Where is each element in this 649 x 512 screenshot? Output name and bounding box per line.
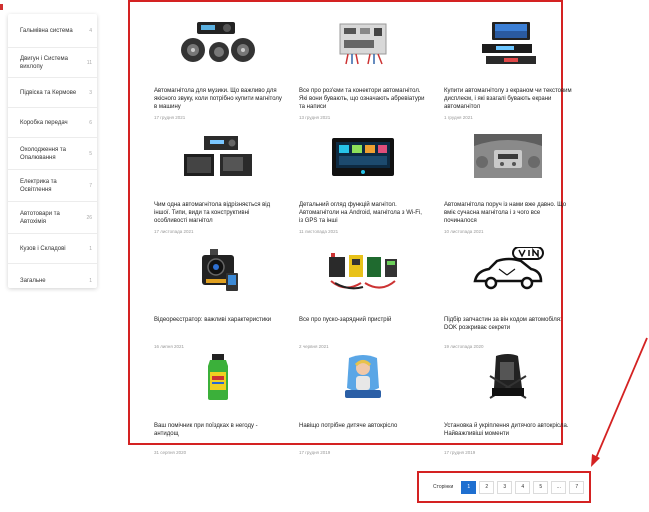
sidebar-item-gearbox[interactable]: Коробка передач 6 bbox=[8, 108, 97, 138]
sidebar-item-count: 1 bbox=[89, 278, 92, 284]
article-card[interactable]: Ваш помічник при поїздках в негоду - ант… bbox=[154, 351, 282, 455]
article-date: 16 липня 2021 bbox=[154, 344, 185, 349]
article-date: 17 грудня 2019 bbox=[444, 450, 476, 455]
article-card[interactable]: Підбір запчастин за він кодом автомобіля… bbox=[444, 245, 572, 349]
article-thumbnail[interactable] bbox=[154, 16, 282, 68]
article-title[interactable]: Все про пуско-зарядний пристрій bbox=[299, 316, 427, 340]
sidebar-item-label: Гальмівна система bbox=[20, 27, 73, 34]
article-card[interactable]: Детальний огляд функцій магнітол. Автома… bbox=[299, 130, 427, 234]
radio-types-icon bbox=[184, 136, 252, 176]
article-title[interactable]: Установка й укріплення дитячого автокріс… bbox=[444, 422, 572, 446]
dashboard-radio-icon bbox=[474, 134, 542, 178]
article-title[interactable]: Чим одна автомагнітола відрізняється від… bbox=[154, 201, 282, 225]
article-card[interactable]: Навіщо потрібне дитяче автокрісло 17 гру… bbox=[299, 351, 427, 455]
article-title[interactable]: Детальний огляд функцій магнітол. Автома… bbox=[299, 201, 427, 225]
page-3-button[interactable]: 3 bbox=[497, 480, 513, 494]
corner-mark bbox=[0, 4, 3, 10]
article-card[interactable]: Купити автомагнітолу з екраном чи тексто… bbox=[444, 16, 572, 120]
article-card[interactable]: Автомагнітола поруч із нами вже давно. Щ… bbox=[444, 130, 572, 234]
sidebar-item-label: Загальне bbox=[20, 278, 46, 284]
article-card[interactable]: Автомагнітола для музики. Що важливо для… bbox=[154, 16, 282, 120]
page-5-button[interactable]: 5 bbox=[533, 480, 549, 494]
sidebar-item-count: 26 bbox=[86, 214, 92, 221]
sidebar-item-brakes[interactable]: Гальмівна система 4 bbox=[8, 14, 97, 48]
vin-car-icon bbox=[473, 247, 544, 290]
article-title[interactable]: Все про роз'єми та конектори автомагніто… bbox=[299, 87, 427, 111]
sidebar-item-count: 3 bbox=[89, 89, 92, 96]
sidebar-item-label: Автотовари та Автохімія bbox=[20, 210, 60, 225]
pagination-label: Сторінки bbox=[433, 484, 454, 490]
sidebar-item-count: 7 bbox=[89, 182, 92, 189]
sidebar-item-count: 1 bbox=[89, 245, 92, 252]
article-thumbnail[interactable] bbox=[444, 351, 572, 403]
article-card[interactable]: Все про роз'єми та конектори автомагніто… bbox=[299, 16, 427, 120]
article-thumbnail[interactable] bbox=[444, 130, 572, 182]
article-title[interactable]: Автомагнітола для музики. Що важливо для… bbox=[154, 87, 282, 111]
sidebar-item-cooling[interactable]: Охолодження та Опалювання 5 bbox=[8, 138, 97, 170]
article-date: 17 листопада 2021 bbox=[154, 229, 194, 234]
article-card[interactable]: Все про пуско-зарядний пристрій 2 червня… bbox=[299, 245, 427, 349]
article-title[interactable]: Відеореєстратор: важливі характеристики bbox=[154, 316, 282, 340]
article-title[interactable]: Автомагнітола поруч із нами вже давно. Щ… bbox=[444, 201, 572, 225]
article-date: 17 грудня 2019 bbox=[299, 450, 331, 455]
article-date: 10 листопада 2021 bbox=[444, 229, 484, 234]
article-thumbnail[interactable] bbox=[154, 351, 282, 403]
sidebar-item-general[interactable]: Загальне 1 bbox=[8, 264, 97, 298]
article-thumbnail[interactable] bbox=[154, 245, 282, 297]
sidebar-item-label: Охолодження та Опалювання bbox=[20, 146, 66, 161]
child-seat-install-icon bbox=[489, 354, 527, 399]
article-title[interactable]: Підбір запчастин за він кодом автомобіля… bbox=[444, 316, 572, 340]
page-2-button[interactable]: 2 bbox=[479, 480, 495, 494]
sidebar-item-count: 11 bbox=[86, 59, 92, 66]
category-sidebar: Гальмівна система 4 Двигун і Система вих… bbox=[8, 14, 97, 288]
article-date: 17 грудня 2021 bbox=[154, 115, 186, 120]
pagination: Сторінки 1 2 3 4 5 ... 7 bbox=[417, 471, 591, 503]
article-thumbnail[interactable] bbox=[444, 16, 572, 68]
radio-screen-icon bbox=[482, 22, 536, 64]
article-date: 11 листопада 2021 bbox=[299, 229, 339, 234]
article-title[interactable]: Ваш помічник при поїздках в негоду - ант… bbox=[154, 422, 282, 446]
article-thumbnail[interactable] bbox=[154, 130, 282, 182]
article-title[interactable]: Купити автомагнітолу з екраном чи тексто… bbox=[444, 87, 572, 111]
child-seat-icon bbox=[345, 355, 381, 398]
article-thumbnail[interactable] bbox=[444, 245, 572, 297]
articles-grid: Автомагнітола для музики. Що важливо для… bbox=[128, 0, 572, 455]
sidebar-item-auto-goods[interactable]: Автотовари та Автохімія 26 bbox=[8, 202, 97, 234]
dashcam-icon bbox=[202, 249, 238, 291]
sidebar-item-electrics[interactable]: Електрика та Освітлення 7 bbox=[8, 170, 97, 202]
sidebar-item-label: Коробка передач bbox=[20, 119, 68, 126]
car-radio-speakers-icon bbox=[181, 22, 255, 62]
article-card[interactable]: Відеореєстратор: важливі характеристики … bbox=[154, 245, 282, 349]
article-thumbnail[interactable] bbox=[299, 16, 427, 68]
article-thumbnail[interactable] bbox=[299, 245, 427, 297]
sidebar-item-label: Електрика та Освітлення bbox=[20, 178, 57, 193]
sidebar-item-count: 4 bbox=[89, 27, 92, 34]
sidebar-item-count: 5 bbox=[89, 150, 92, 157]
pagination-ellipsis: ... bbox=[551, 480, 567, 494]
page-4-button[interactable]: 4 bbox=[515, 480, 531, 494]
article-date: 19 листопада 2020 bbox=[444, 344, 484, 349]
sidebar-item-engine[interactable]: Двигун і Система вихлопу 11 bbox=[8, 48, 97, 78]
radio-connectors-icon bbox=[339, 23, 387, 65]
article-date: 13 грудня 2021 bbox=[299, 115, 331, 120]
sidebar-item-label: Кузов і Складові bbox=[20, 245, 66, 252]
bottle-icon bbox=[208, 354, 228, 400]
page-7-button[interactable]: 7 bbox=[569, 480, 585, 494]
article-date: 31 серпня 2020 bbox=[154, 450, 187, 455]
sidebar-item-count: 6 bbox=[89, 119, 92, 126]
android-radio-icon bbox=[332, 138, 394, 176]
page-1-button[interactable]: 1 bbox=[461, 480, 477, 494]
jump-starter-icon bbox=[329, 253, 397, 290]
article-card[interactable]: Чим одна автомагнітола відрізняється від… bbox=[154, 130, 282, 234]
article-thumbnail[interactable] bbox=[299, 130, 427, 182]
sidebar-item-suspension[interactable]: Підвіска та Кермове 3 bbox=[8, 78, 97, 108]
article-title[interactable]: Навіщо потрібне дитяче автокрісло bbox=[299, 422, 427, 446]
sidebar-item-label: Двигун і Система вихлопу bbox=[20, 55, 68, 70]
sidebar-item-label: Підвіска та Кермове bbox=[20, 89, 77, 96]
article-date: 2 червня 2021 bbox=[299, 344, 329, 349]
article-date: 1 грудня 2021 bbox=[444, 115, 473, 120]
article-card[interactable]: Установка й укріплення дитячого автокріс… bbox=[444, 351, 572, 455]
sidebar-item-body[interactable]: Кузов і Складові 1 bbox=[8, 234, 97, 264]
article-thumbnail[interactable] bbox=[299, 351, 427, 403]
